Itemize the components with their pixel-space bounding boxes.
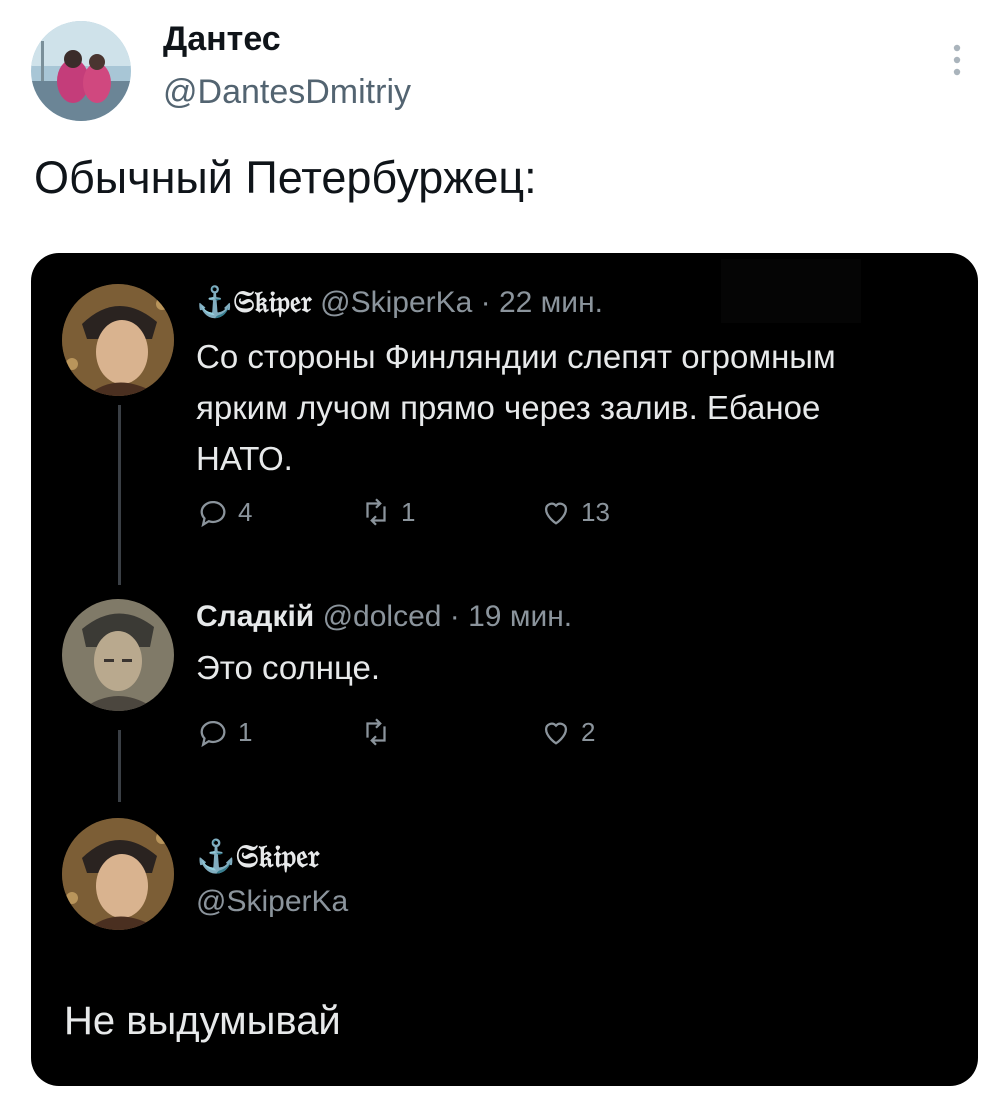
like-count: 2 [581, 716, 596, 747]
author-name[interactable]: Дантес [163, 20, 281, 59]
tweet-text: Обычный Петербуржец: [34, 152, 537, 203]
final-author-name: ⚓𝔖𝔨𝔦𝔭𝔢𝔯 [196, 837, 320, 875]
reply-author-handle: @SkiperKa [320, 286, 473, 319]
final-reply-text: Не выдумывай [64, 999, 341, 1043]
like-count: 13 [581, 496, 610, 527]
reply-header: Сладкій @dolced · 19 мин. [196, 600, 572, 634]
reply-avatar [62, 599, 174, 711]
author-handle[interactable]: @DantesDmitriy [163, 73, 411, 112]
reply-author-name: Сладкій [196, 600, 315, 633]
reply-count: 4 [238, 496, 253, 527]
embedded-screenshot: ⚓𝔖𝔨𝔦𝔭𝔢𝔯 @SkiperKa · 22 мин. Со стороны Ф… [31, 253, 978, 1086]
retweet-icon [366, 498, 386, 526]
reply-header: ⚓𝔖𝔨𝔦𝔭𝔢𝔯 @SkiperKa · 22 мин. [196, 285, 603, 320]
heart-icon [544, 502, 568, 525]
reply-action: 4 [196, 495, 252, 529]
thread-line [118, 730, 121, 802]
final-author-handle: @SkiperKa [196, 885, 349, 918]
retweet-action [359, 715, 401, 749]
more-vertical-icon[interactable] [950, 42, 964, 78]
retweet-action: 1 [359, 495, 415, 529]
like-action: 13 [539, 495, 610, 529]
retweet-count: 1 [401, 496, 416, 527]
reply-avatar [62, 284, 174, 396]
reply-author-name: ⚓𝔖𝔨𝔦𝔭𝔢𝔯 [196, 285, 312, 320]
reply-action: 1 [196, 715, 252, 749]
reply-avatar [62, 818, 174, 930]
heart-icon [544, 722, 568, 745]
reply-count: 1 [238, 716, 253, 747]
author-avatar[interactable] [31, 21, 131, 121]
thread-line [118, 405, 121, 585]
retweet-icon [366, 718, 386, 746]
reply-icon [200, 721, 226, 748]
redaction-block [721, 259, 861, 323]
reply-author-handle: @dolced [322, 600, 442, 633]
reply-text: Со стороны Финляндии слепят огромным ярк… [196, 338, 836, 477]
like-action: 2 [539, 715, 595, 749]
reply-icon [200, 501, 226, 528]
reply-text: Это солнце. [196, 649, 381, 686]
reply-timestamp: · 22 мин. [480, 286, 603, 319]
reply-timestamp: · 19 мин. [449, 600, 573, 633]
